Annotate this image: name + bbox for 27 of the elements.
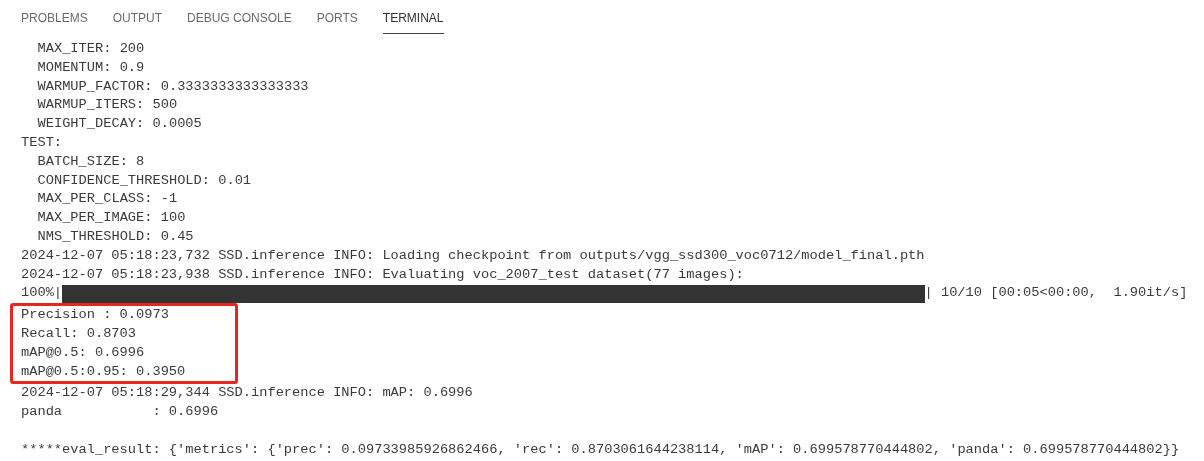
terminal-line: TEST: [21,134,63,152]
terminal-line: MAX_PER_CLASS: -1 [36,190,178,209]
terminal-line: MAX_PER_IMAGE: 100 [36,209,186,228]
terminal-line: *****eval_result: {'metrics': {'prec': 0.09733985926862466, 'rec': 0.8703061644238114, 'mAP': 0.699578770444802, 'panda': 0.699578770444802}} [21,440,1180,459]
panel-tab[interactable]: DEBUG CONSOLE [187,9,292,34]
panel-tab[interactable]: OUTPUT [112,9,163,34]
terminal-line: MAX_ITER: 200 [36,40,145,58]
terminal-line: 2024-12-07 05:18:29,344 SSD.inference INFO: mAP: 0.6996 [21,384,473,403]
terminal-line: CONFIDENCE_THRESHOLD: 0.01 [36,171,252,190]
terminal-line: mAP@0.5: 0.6996 [21,343,145,362]
panel-tab[interactable]: PORTS [316,9,358,34]
terminal-line: WARMUP_FACTOR: 0.3333333333333333 [36,77,309,96]
terminal-line: NMS_THRESHOLD: 0.45 [36,227,194,246]
terminal-line: 2024-12-07 05:18:23,732 SSD.inference INFO: Loading checkpoint from outputs/vgg_ssd300_voc0712/model_final.pth [21,246,925,265]
panel-tab[interactable]: PROBLEMS [21,9,88,34]
terminal-line: MOMENTUM: 0.9 [36,58,145,77]
terminal-line: WARMUP_ITERS: 500 [36,96,178,115]
terminal-line: WEIGHT_DECAY: 0.0005 [36,115,202,134]
terminal-line: BATCH_SIZE: 8 [36,152,145,171]
progress-percent: 100%| [21,284,63,303]
panel-tab[interactable]: TERMINAL [382,9,444,34]
terminal-line: 2024-12-07 05:18:23,938 SSD.inference INFO: Evaluating voc_2007_test dataset(77 images): [21,265,744,284]
terminal-line: Recall: 0.8703 [21,324,136,343]
terminal-line: panda : 0.6996 [21,403,219,422]
progress-status: | 10/10 [00:05<00:00, 1.90it/s] [924,284,1188,303]
terminal-line: mAP@0.5:0.95: 0.3950 [21,362,186,381]
terminal-line: Precision : 0.0973 [21,306,169,325]
